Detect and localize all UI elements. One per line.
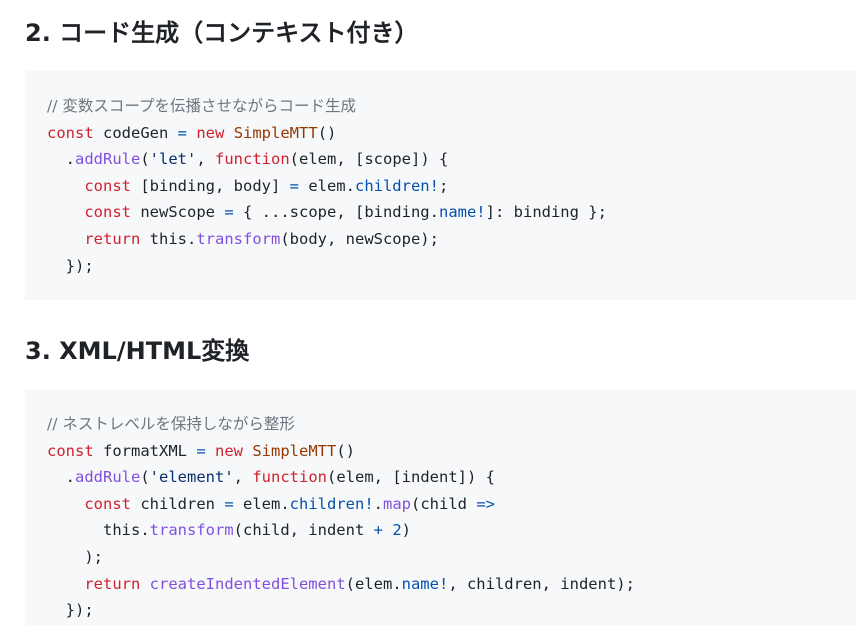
code-line: return createIndentedElement(elem.name!,… [84,574,635,593]
section-heading-xml-html-conversion: 3. XML/HTML変換 [25,337,250,365]
code-comment: // 変数スコープを伝播させながらコード生成 [47,97,356,115]
code-line: const formatXML = new SimpleMTT() [47,441,356,460]
code-line: return this.transform(body, newScope); [84,229,439,248]
code-line: const [binding, body] = elem.children!; [84,176,449,195]
code-line: }); [47,601,94,620]
code-block-xml-html-conversion: // ネストレベルを保持しながら整形 const formatXML = new … [25,389,856,625]
code-line: }); [47,256,94,275]
code-line: .addRule('element', function(elem, [inde… [47,468,495,487]
code-line: ); [47,547,103,566]
code-block-code-generation: // 変数スコープを伝播させながらコード生成 const codeGen = ne… [25,71,856,300]
code-line: const children = elem.children!.map(chil… [84,494,496,513]
code-line: const codeGen = new SimpleMTT() [47,123,337,142]
code-comment: // ネストレベルを保持しながら整形 [47,415,295,433]
code-line: const newScope = { ...scope, [binding.na… [84,203,607,222]
code-line: .addRule('let', function(elem, [scope]) … [47,150,449,169]
section-heading-code-generation: 2. コード生成（コンテキスト付き） [25,19,419,47]
code-line: this.transform(child, indent + 2) [47,521,412,540]
